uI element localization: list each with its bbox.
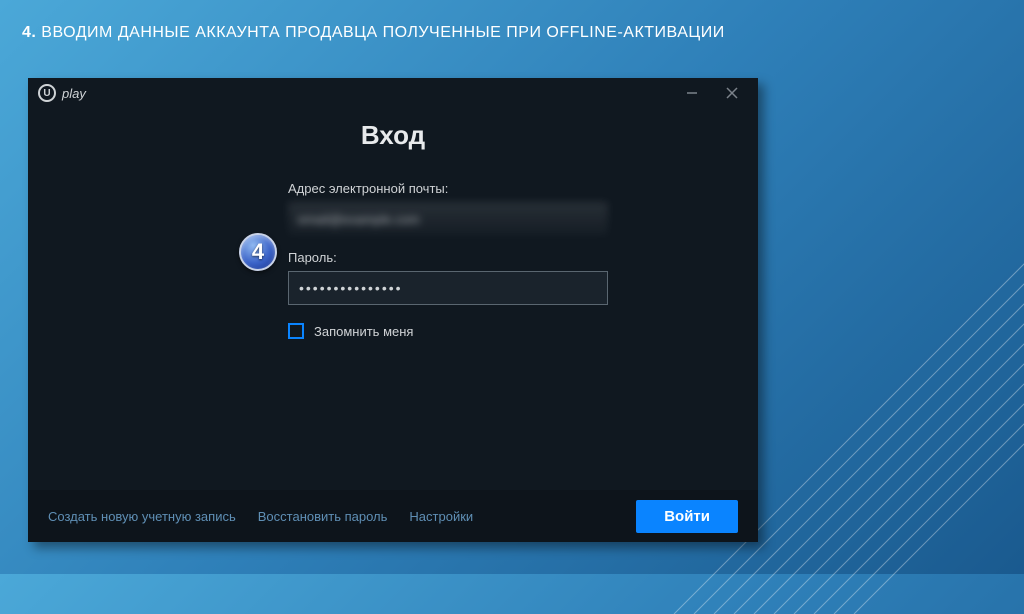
minimize-button[interactable] bbox=[672, 78, 712, 108]
settings-link[interactable]: Настройки bbox=[409, 509, 473, 524]
login-button[interactable]: Войти bbox=[636, 500, 738, 533]
recover-password-link[interactable]: Восстановить пароль bbox=[258, 509, 388, 524]
login-form: Адрес электронной почты: email@example.c… bbox=[288, 181, 608, 339]
uplay-login-window: U play Вход 4 Адрес электронной почты: e… bbox=[28, 78, 758, 542]
password-label: Пароль: bbox=[288, 250, 608, 265]
create-account-link[interactable]: Создать новую учетную запись bbox=[48, 509, 236, 524]
footer: Создать новую учетную запись Восстановит… bbox=[28, 490, 758, 542]
step-heading: 4. ВВОДИМ ДАННЫЕ АККАУНТА ПРОДАВЦА ПОЛУЧ… bbox=[22, 24, 725, 42]
email-field[interactable]: email@example.com bbox=[288, 202, 608, 236]
app-logo-text: play bbox=[62, 86, 86, 101]
login-title: Вход bbox=[28, 120, 758, 151]
remember-label: Запомнить меня bbox=[314, 324, 413, 339]
app-logo: U play bbox=[38, 84, 86, 102]
window-body: Вход 4 Адрес электронной почты: email@ex… bbox=[28, 108, 758, 542]
step-badge: 4 bbox=[239, 233, 277, 271]
password-field[interactable] bbox=[288, 271, 608, 305]
email-label: Адрес электронной почты: bbox=[288, 181, 608, 196]
close-icon bbox=[726, 87, 738, 99]
step-text: ВВОДИМ ДАННЫЕ АККАУНТА ПРОДАВЦА ПОЛУЧЕНН… bbox=[41, 24, 724, 41]
uplay-logo-icon: U bbox=[38, 84, 56, 102]
step-number: 4. bbox=[22, 24, 36, 41]
close-button[interactable] bbox=[712, 78, 752, 108]
remember-row: Запомнить меня bbox=[288, 323, 608, 339]
titlebar: U play bbox=[28, 78, 758, 108]
remember-checkbox[interactable] bbox=[288, 323, 304, 339]
minimize-icon bbox=[686, 87, 698, 99]
